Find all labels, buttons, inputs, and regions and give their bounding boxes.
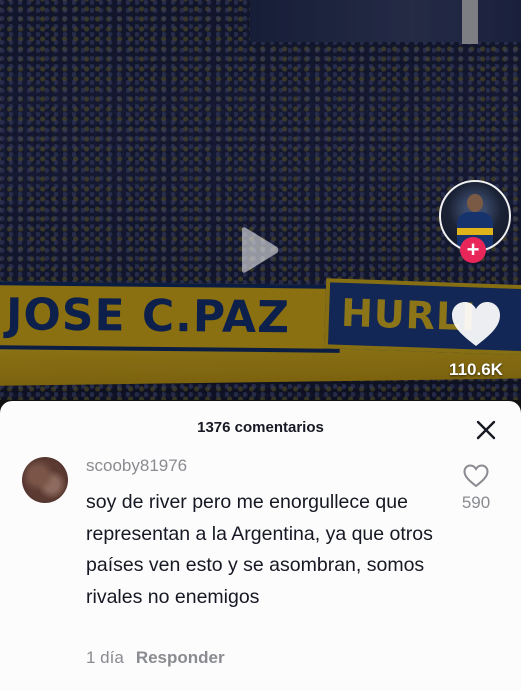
- follow-plus-icon[interactable]: +: [460, 237, 486, 263]
- comment-like-count: 590: [461, 493, 491, 512]
- commenter-username[interactable]: scooby81976: [86, 456, 187, 476]
- avatar-head: [467, 194, 483, 212]
- video-like-count: 110.6K: [449, 360, 503, 379]
- comments-count-title: 1376 comentarios: [197, 419, 324, 436]
- commenter-avatar[interactable]: [22, 457, 68, 503]
- play-icon[interactable]: [240, 226, 280, 274]
- video-player[interactable]: JOSE C.PAZ HURLI + 110.6K: [0, 0, 521, 400]
- comments-sheet: 1376 comentarios scooby81976 soy de rive…: [0, 401, 521, 691]
- comment-time: 1 día: [86, 648, 124, 667]
- comment-text: soy de river pero me enorgullece que rep…: [86, 491, 433, 608]
- comment-meta: 1 día Responder: [86, 648, 225, 668]
- close-icon[interactable]: [474, 418, 498, 442]
- comment-heart-icon[interactable]: [463, 464, 489, 488]
- reply-button[interactable]: Responder: [136, 648, 225, 667]
- heart-icon[interactable]: [450, 300, 502, 348]
